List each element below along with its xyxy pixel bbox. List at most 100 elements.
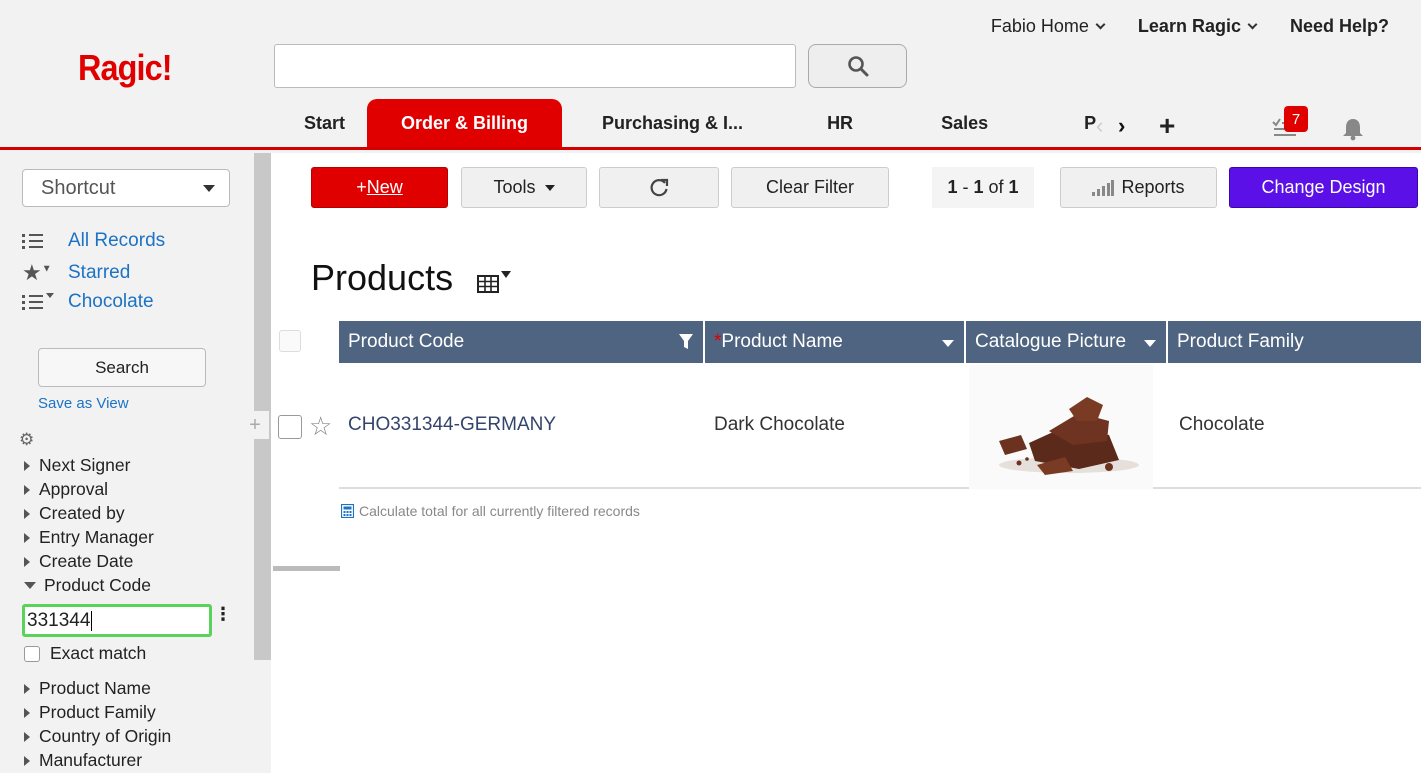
filter-created-by[interactable]: Created by xyxy=(24,503,125,524)
expand-icon xyxy=(24,731,30,742)
column-header-product-code[interactable]: Product Code xyxy=(339,321,705,363)
expand-icon xyxy=(24,683,30,694)
select-all-checkbox[interactable] xyxy=(279,330,301,352)
product-code-filter-input[interactable]: 331344 xyxy=(22,604,212,637)
chevron-down-icon xyxy=(1095,19,1106,30)
cell-product-code[interactable]: CHO331344-GERMANY xyxy=(339,414,705,436)
exact-match-checkbox[interactable] xyxy=(24,645,40,662)
bell-icon[interactable] xyxy=(1342,117,1364,141)
pager-from: 1 xyxy=(947,177,958,197)
view-label: All Records xyxy=(68,230,166,251)
required-asterisk: * xyxy=(714,331,722,352)
save-as-view-link[interactable]: Save as View xyxy=(38,395,129,412)
filter-label: Entry Manager xyxy=(39,527,154,547)
tab-hr[interactable]: HR xyxy=(783,99,897,147)
filter-approval[interactable]: Approval xyxy=(24,479,108,500)
cell-product-name[interactable]: Dark Chocolate xyxy=(705,414,968,436)
filter-label: Country of Origin xyxy=(39,726,172,746)
search-button[interactable] xyxy=(808,44,907,88)
more-options-icon[interactable]: ⋮ xyxy=(214,605,232,623)
table-filter-icon[interactable] xyxy=(477,271,513,295)
filter-country-of-origin[interactable]: Country of Origin xyxy=(24,726,171,747)
view-label: Chocolate xyxy=(68,291,154,312)
filter-manufacturer[interactable]: Manufacturer xyxy=(24,750,142,771)
chevron-left-icon[interactable]: ‹ xyxy=(1096,113,1103,139)
filter-label: Create Date xyxy=(39,551,134,571)
tools-button[interactable]: Tools xyxy=(461,167,587,208)
chevron-down-icon xyxy=(1247,19,1258,30)
tab-purchasing[interactable]: Purchasing & I... xyxy=(562,99,783,147)
calculator-icon xyxy=(341,504,354,518)
add-tab-button[interactable]: + xyxy=(1159,110,1175,142)
logo[interactable]: Ragic! xyxy=(78,47,173,89)
view-all-records[interactable]: All Records xyxy=(22,230,165,252)
top-links: Fabio Home Learn Ragic Need Help? xyxy=(991,16,1389,37)
caret-down-icon xyxy=(1144,340,1156,347)
list-icon xyxy=(22,234,43,249)
calculate-total-link[interactable]: Calculate total for all currently filter… xyxy=(341,503,640,519)
expand-icon xyxy=(24,556,30,567)
filter-label: Created by xyxy=(39,503,125,523)
module-tabs: Start Order & Billing Purchasing & I... … xyxy=(282,99,1102,147)
tab-label: Order & Billing xyxy=(401,112,529,133)
cell-product-family[interactable]: Chocolate xyxy=(1170,414,1421,436)
refresh-button[interactable] xyxy=(599,167,719,208)
sheet-title: Products xyxy=(311,257,454,298)
account-menu[interactable]: Fabio Home xyxy=(991,16,1106,37)
filter-next-signer[interactable]: Next Signer xyxy=(24,455,130,476)
new-record-button[interactable]: + New xyxy=(311,167,448,208)
sidebar: Shortcut All Records ★▼ Starred Chocolat… xyxy=(0,153,254,773)
tab-sales[interactable]: Sales xyxy=(897,99,1032,147)
expand-icon xyxy=(24,460,30,471)
calculate-total-label: Calculate total for all currently filter… xyxy=(359,503,640,519)
filter-product-family[interactable]: Product Family xyxy=(24,702,156,723)
reports-button[interactable]: Reports xyxy=(1060,167,1217,208)
filter-product-name[interactable]: Product Name xyxy=(24,678,151,699)
filter-icon[interactable] xyxy=(679,334,693,350)
caret-down-icon xyxy=(942,340,954,347)
view-chocolate[interactable]: Chocolate xyxy=(22,291,154,313)
column-header-product-name[interactable]: * Product Name xyxy=(705,321,966,363)
expand-icon xyxy=(24,755,30,766)
view-starred[interactable]: ★▼ Starred xyxy=(22,260,130,286)
star-icon[interactable]: ☆ xyxy=(309,411,332,442)
bar-chart-icon xyxy=(1092,179,1115,196)
horizontal-scrollbar[interactable] xyxy=(273,566,340,571)
chevron-right-icon[interactable]: › xyxy=(1118,113,1125,139)
tab-p[interactable]: P xyxy=(1032,99,1102,147)
filter-label: Approval xyxy=(39,479,109,499)
caret-down-icon xyxy=(203,185,215,192)
tab-order-billing[interactable]: Order & Billing xyxy=(367,99,563,147)
reports-label: Reports xyxy=(1121,177,1185,197)
pager: 1 - 1 of 1 xyxy=(932,167,1034,208)
filter-product-code[interactable]: Product Code xyxy=(24,575,151,596)
filter-entry-manager[interactable]: Entry Manager xyxy=(24,527,154,548)
filter-create-date[interactable]: Create Date xyxy=(24,551,133,572)
add-field-button[interactable]: + xyxy=(241,411,269,439)
learn-menu[interactable]: Learn Ragic xyxy=(1137,16,1258,37)
clear-filter-button[interactable]: Clear Filter xyxy=(731,167,889,208)
column-header-product-family[interactable]: Product Family xyxy=(1168,321,1421,363)
sidebar-search-button[interactable]: Search xyxy=(38,348,206,387)
exact-match-option[interactable]: Exact match xyxy=(24,643,146,664)
sidebar-scrollbar[interactable] xyxy=(254,153,271,660)
column-label: Product Code xyxy=(348,331,465,352)
table-row[interactable]: CHO331344-GERMANY Dark Chocolate Chocola… xyxy=(339,363,1421,489)
caret-down-icon xyxy=(544,184,555,191)
help-link[interactable]: Need Help? xyxy=(1290,16,1389,37)
filter-label: Product Family xyxy=(39,702,156,722)
tab-start[interactable]: Start xyxy=(282,99,367,147)
gear-icon[interactable]: ⚙ xyxy=(19,430,34,450)
row-checkbox[interactable] xyxy=(278,415,302,439)
global-search-input[interactable] xyxy=(274,44,796,88)
refresh-icon xyxy=(650,178,669,196)
change-design-button[interactable]: Change Design xyxy=(1229,167,1418,208)
header: Ragic! Fabio Home Learn Ragic Need Help?… xyxy=(0,0,1421,150)
exact-match-label: Exact match xyxy=(50,643,147,663)
tab-label: Start xyxy=(304,112,346,133)
shortcut-select[interactable]: Shortcut xyxy=(22,169,230,207)
column-header-catalogue-picture[interactable]: Catalogue Picture xyxy=(966,321,1168,363)
chocolate-image[interactable] xyxy=(969,365,1153,489)
pager-to: 1 xyxy=(973,177,984,197)
learn-label: Learn Ragic xyxy=(1137,16,1241,36)
